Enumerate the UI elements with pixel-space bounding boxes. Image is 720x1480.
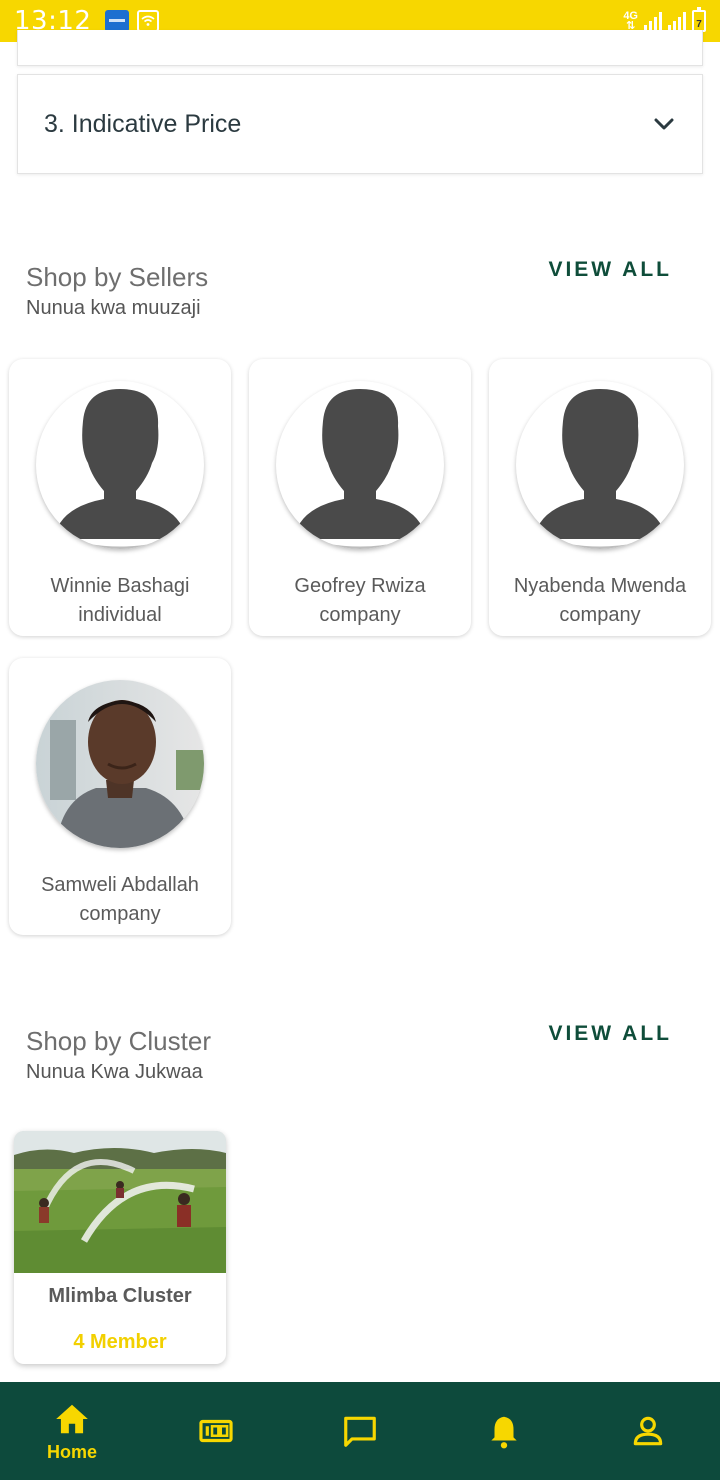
nav-dashboard[interactable]: [144, 1382, 288, 1480]
seller-type: company: [319, 604, 401, 626]
seller-type: individual: [78, 604, 162, 626]
sellers-view-all-link[interactable]: VIEW ALL: [548, 258, 672, 282]
sellers-section-subtitle: Nunua kwa muuzaji: [26, 297, 201, 319]
accordion-title: 3. Indicative Price: [44, 109, 242, 138]
cluster-card[interactable]: Mlimba Cluster 4 Member: [14, 1131, 226, 1364]
wifi-app-icon: [137, 10, 160, 32]
signal-icon-2: [668, 11, 686, 31]
bell-icon: [491, 1416, 517, 1449]
seller-card[interactable]: Winnie Bashagi individual: [9, 359, 231, 636]
sim-app-icon: [105, 10, 130, 32]
cluster-section-subtitle: Nunua Kwa Jukwaa: [26, 1061, 203, 1083]
placeholder-person-icon: [36, 381, 204, 549]
battery-icon: 7: [692, 7, 706, 32]
seller-profile-photo: [36, 680, 204, 848]
seller-card[interactable]: Geofrey Rwiza company: [249, 359, 471, 636]
nav-profile[interactable]: [576, 1382, 720, 1480]
seller-name: Nyabenda Mwenda: [513, 575, 687, 597]
home-icon: [56, 1404, 88, 1433]
nav-home[interactable]: Home: [0, 1382, 144, 1480]
placeholder-person-icon: [276, 381, 444, 549]
seller-name: Samweli Abdallah: [41, 874, 199, 896]
seller-type: company: [559, 604, 641, 626]
cluster-image: [14, 1131, 226, 1273]
cluster-member-count: 4 Member: [73, 1331, 167, 1353]
seller-name: Winnie Bashagi: [50, 575, 190, 597]
nav-messages[interactable]: [288, 1382, 432, 1480]
sellers-section-title: Shop by Sellers: [26, 262, 209, 292]
chevron-down-icon[interactable]: [652, 112, 676, 136]
chat-icon: [344, 1416, 376, 1447]
cluster-view-all-link[interactable]: VIEW ALL: [548, 1022, 672, 1046]
seller-name: Geofrey Rwiza: [294, 575, 426, 597]
cluster-section-title: Shop by Cluster: [26, 1026, 211, 1056]
placeholder-person-icon: [516, 381, 684, 549]
signal-icon: [644, 11, 662, 31]
seller-type: company: [79, 903, 161, 925]
cluster-name: Mlimba Cluster: [48, 1285, 192, 1307]
profile-icon: [633, 1416, 663, 1446]
bottom-nav: Home: [0, 1382, 720, 1480]
previous-accordion-card[interactable]: [17, 30, 703, 66]
dashboard-icon: [199, 1419, 233, 1443]
network-type: 4G ⇅: [623, 10, 638, 32]
indicative-price-accordion[interactable]: 3. Indicative Price: [17, 74, 703, 174]
nav-home-label: Home: [46, 1441, 97, 1462]
seller-card[interactable]: Nyabenda Mwenda company: [489, 359, 711, 636]
seller-card[interactable]: Samweli Abdallah company: [9, 658, 231, 935]
nav-notifications[interactable]: [432, 1382, 576, 1480]
